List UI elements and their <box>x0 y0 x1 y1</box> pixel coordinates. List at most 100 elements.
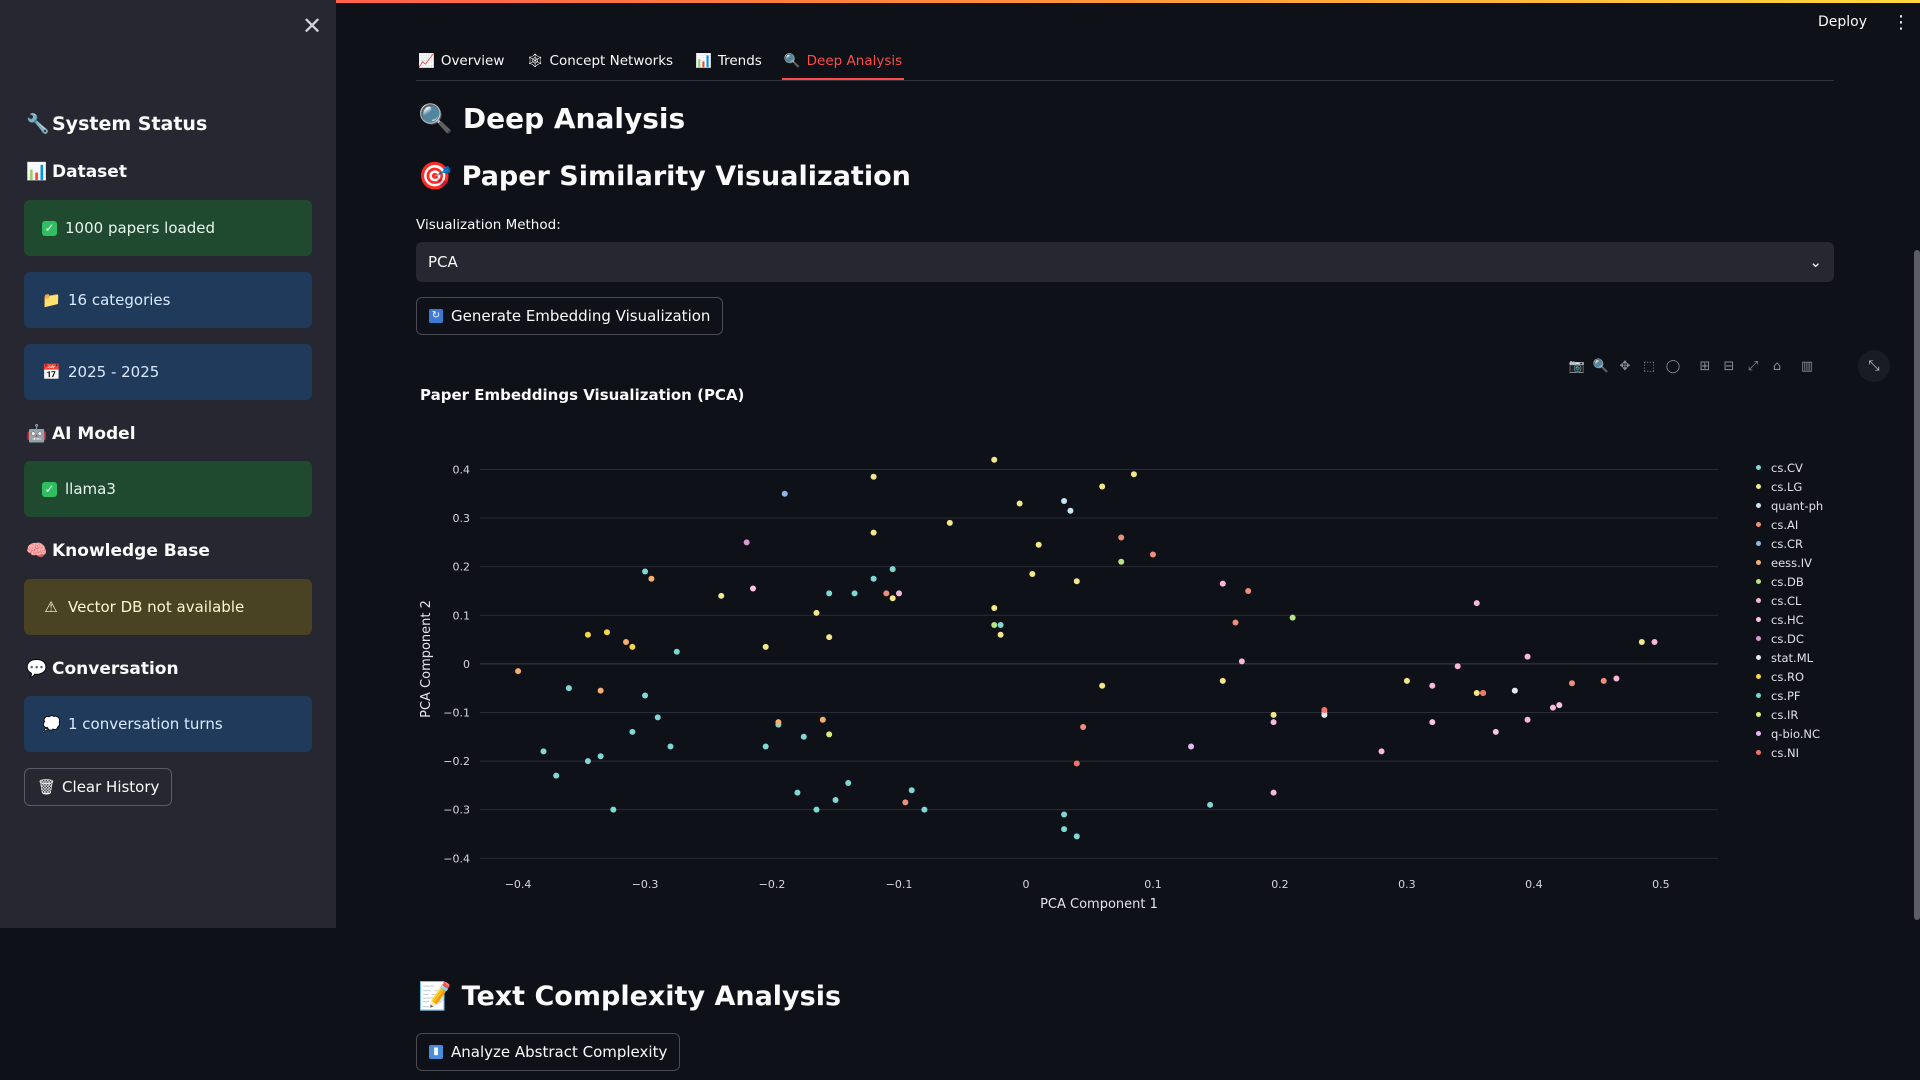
camera-icon[interactable]: 📷 <box>1568 358 1586 376</box>
lasso-select-icon[interactable]: ◯ <box>1664 358 1682 376</box>
zoom-out-icon[interactable]: ⊟ <box>1720 358 1738 376</box>
clear-history-button[interactable]: 🗑 Clear History <box>24 768 173 806</box>
tab-overview[interactable]: 📈 Overview <box>416 44 506 78</box>
data-point <box>642 692 649 699</box>
legend-marker <box>1756 617 1761 622</box>
data-point <box>889 566 896 573</box>
fullscreen-icon[interactable]: ⤡ <box>1858 350 1890 382</box>
y-tick-label: −0.2 <box>443 755 470 768</box>
data-point <box>1118 558 1125 565</box>
data-point <box>623 638 630 645</box>
tab-trends[interactable]: 📊 Trends <box>693 44 764 78</box>
vector-db-warning: ⚠ Vector DB not available <box>24 579 312 635</box>
data-point <box>597 753 604 760</box>
legend-item[interactable]: cs.NI <box>1756 743 1823 762</box>
data-point <box>743 539 750 546</box>
legend-item[interactable]: cs.CV <box>1756 458 1823 477</box>
scrollbar[interactable] <box>1914 250 1920 920</box>
data-point <box>1016 500 1023 507</box>
x-tick-label: 0.1 <box>1144 878 1162 891</box>
plotly-logo-icon[interactable]: ▥ <box>1798 358 1816 376</box>
analyze-complexity-button[interactable]: ▮ Analyze Abstract Complexity <box>416 1033 681 1071</box>
data-point <box>1613 675 1620 682</box>
tab-deep-analysis[interactable]: 🔍 Deep Analysis <box>781 44 905 80</box>
generate-visualization-button[interactable]: ↻ Generate Embedding Visualization <box>416 297 724 335</box>
legend-item[interactable]: cs.HC <box>1756 610 1823 629</box>
legend-item[interactable]: eess.IV <box>1756 553 1823 572</box>
legend-item[interactable]: cs.LG <box>1756 477 1823 496</box>
deploy-button[interactable]: Deploy <box>1818 14 1867 30</box>
data-point <box>845 779 852 786</box>
scatter-plot[interactable]: −0.4 −0.3 −0.2 −0.1 0 0.1 0.2 0.3 0.4 −0.4 −0.3 −0.… <box>420 450 1740 930</box>
data-point <box>1511 687 1518 694</box>
data-point <box>1321 707 1328 714</box>
zoom-icon[interactable]: 🔍 <box>1592 358 1610 376</box>
tab-concept-networks[interactable]: 🕸 Concept Networks <box>524 44 675 78</box>
data-point <box>1378 748 1385 755</box>
legend-label: cs.HC <box>1771 612 1804 627</box>
pan-icon[interactable]: ✥ <box>1616 358 1634 376</box>
wrench-icon: 🔧 <box>26 113 50 135</box>
box-select-icon[interactable]: ⬚ <box>1640 358 1658 376</box>
data-point <box>1149 551 1156 558</box>
data-point <box>1270 789 1277 796</box>
data-point <box>1073 760 1080 767</box>
autoscale-icon[interactable]: ⤢ <box>1744 358 1762 376</box>
data-point <box>1130 471 1137 478</box>
legend-item[interactable]: cs.IR <box>1756 705 1823 724</box>
data-point <box>584 758 591 765</box>
data-point <box>553 772 560 779</box>
method-select[interactable]: PCA ⌄ <box>416 242 1834 282</box>
legend-item[interactable]: cs.PF <box>1756 686 1823 705</box>
data-point <box>908 787 915 794</box>
magnifier-icon: 🔍 <box>783 53 801 69</box>
y-tick-label: −0.4 <box>443 852 470 865</box>
data-point <box>1638 638 1645 645</box>
legend-label: stat.ML <box>1771 650 1814 665</box>
knowledge-base-heading: 🧠 Knowledge Base <box>26 541 210 561</box>
legend-marker <box>1756 731 1761 736</box>
legend-item[interactable]: cs.DC <box>1756 629 1823 648</box>
reset-axes-icon[interactable]: ⌂ <box>1768 358 1786 376</box>
legend-marker <box>1756 750 1761 755</box>
legend-marker <box>1756 598 1761 603</box>
sidebar: ✕ 🔧 System Status 📊 Dataset ✓ 1000 paper… <box>0 0 336 928</box>
data-point <box>997 631 1004 638</box>
chart-title: Paper Embeddings Visualization (PCA) <box>420 386 745 404</box>
dataset-label: Dataset <box>52 162 127 182</box>
data-point <box>1568 680 1575 687</box>
legend-item[interactable]: cs.RO <box>1756 667 1823 686</box>
legend-marker <box>1756 522 1761 527</box>
refresh-icon: ↻ <box>429 309 443 323</box>
data-point <box>1454 663 1461 670</box>
legend-marker <box>1756 693 1761 698</box>
legend-label: cs.IR <box>1771 707 1799 722</box>
chevron-down-icon: ⌄ <box>1809 253 1822 271</box>
legend-item[interactable]: cs.AI <box>1756 515 1823 534</box>
bar-chart-icon: 📊 <box>26 162 48 182</box>
close-sidebar-icon[interactable]: ✕ <box>300 12 324 40</box>
data-point <box>870 473 877 480</box>
data-point <box>775 719 782 726</box>
data-point <box>1556 702 1563 709</box>
legend-item[interactable]: cs.CL <box>1756 591 1823 610</box>
legend-marker <box>1756 579 1761 584</box>
years-alert: 📅 2025 - 2025 <box>24 344 312 400</box>
x-tick-label: 0.5 <box>1652 878 1670 891</box>
legend-item[interactable]: stat.ML <box>1756 648 1823 667</box>
data-point <box>870 529 877 536</box>
x-tick-label: 0 <box>1022 878 1029 891</box>
y-tick-label: 0 <box>463 658 470 671</box>
data-point <box>1289 614 1296 621</box>
data-point <box>1480 690 1487 697</box>
kebab-menu-icon[interactable]: ⋮ <box>1892 12 1910 33</box>
similarity-heading-text: Paper Similarity Visualization <box>461 160 911 192</box>
legend-item[interactable]: cs.CR <box>1756 534 1823 553</box>
papers-loaded-alert: ✓ 1000 papers loaded <box>24 200 312 256</box>
legend-label: eess.IV <box>1771 555 1813 570</box>
legend-item[interactable]: cs.DB <box>1756 572 1823 591</box>
legend-item[interactable]: q-bio.NC <box>1756 724 1823 743</box>
legend-item[interactable]: quant-ph <box>1756 496 1823 515</box>
data-point <box>1219 580 1226 587</box>
zoom-in-icon[interactable]: ⊞ <box>1696 358 1714 376</box>
